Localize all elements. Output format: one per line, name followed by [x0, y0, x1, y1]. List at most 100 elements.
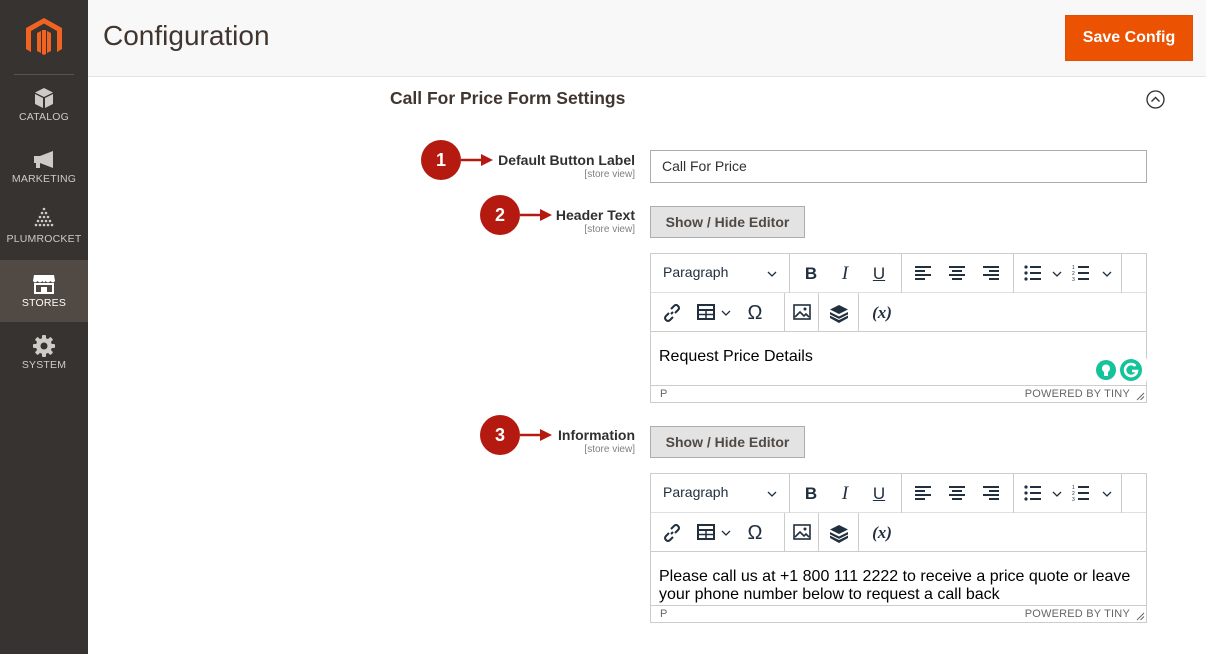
italic-icon[interactable]: I [832, 482, 858, 506]
insert-variable-icon[interactable]: (x) [867, 301, 897, 325]
gear-icon [33, 335, 55, 357]
element-path[interactable]: P [660, 608, 667, 620]
sidebar-divider [14, 74, 74, 75]
insert-variable-icon[interactable]: (x) [867, 521, 897, 545]
variable-group: (x) [859, 293, 903, 332]
magento-logo-icon[interactable] [26, 18, 62, 58]
store-icon [33, 275, 55, 294]
table-icon[interactable] [693, 521, 719, 545]
svg-text:3: 3 [1072, 497, 1075, 501]
editor-content[interactable]: Request Price Details [659, 348, 1137, 366]
default-button-label-input[interactable]: Call For Price [650, 150, 1147, 183]
bullet-list-icon[interactable] [1020, 262, 1046, 286]
format-select[interactable]: Paragraph [651, 254, 790, 293]
sidebar-item-label: MARKETING [11, 173, 77, 185]
editor-toolbar-row: Ω (x) [651, 513, 1146, 552]
special-character-icon[interactable]: Ω [742, 301, 768, 325]
align-right-icon[interactable] [978, 262, 1004, 286]
sidebar-item-label: SYSTEM [21, 359, 67, 371]
page-header: Configuration Save Config [88, 0, 1206, 77]
sidebar-item-marketing[interactable]: MARKETING [0, 142, 88, 204]
align-left-icon[interactable] [910, 482, 936, 506]
header-text-editor: Paragraph B I U 123 Ω (x) Request Price … [650, 253, 1147, 403]
sidebar-item-catalog[interactable]: CATALOG [0, 80, 88, 142]
chevron-down-icon [767, 491, 777, 497]
scope-label: [store view] [584, 169, 635, 180]
editor-content[interactable]: Please call us at +1 800 111 2222 to rec… [659, 568, 1137, 604]
editor-statusbar: P POWERED BY TINY [651, 605, 1146, 622]
italic-icon[interactable]: I [832, 262, 858, 286]
widget-group [819, 513, 859, 552]
lightbulb-icon[interactable] [1095, 359, 1117, 381]
section-title[interactable]: Call For Price Form Settings [390, 88, 625, 109]
powered-by-tiny[interactable]: POWERED BY TINY [1025, 388, 1130, 400]
sidebar-item-system[interactable]: SYSTEM [0, 328, 88, 390]
numbered-list-icon[interactable]: 123 [1068, 482, 1094, 506]
format-select-value: Paragraph [663, 484, 729, 500]
field-label-text: Information [558, 427, 635, 443]
link-icon[interactable] [659, 301, 685, 325]
underline-icon[interactable]: U [866, 482, 892, 506]
widget-icon[interactable] [826, 521, 852, 545]
special-character-icon[interactable]: Ω [742, 521, 768, 545]
editor-toolbar-row: Paragraph B I U 123 [651, 474, 1146, 513]
chevron-down-icon[interactable] [721, 528, 731, 538]
image-icon[interactable] [789, 301, 815, 325]
chevron-down-icon[interactable] [1102, 269, 1112, 279]
chevron-down-icon[interactable] [1102, 489, 1112, 499]
grammarly-icon[interactable] [1119, 358, 1143, 382]
admin-sidebar: CATALOG MARKETING PLUMROCKET STORES SYST… [0, 0, 88, 654]
information-editor: Paragraph B I U 123 Ω (x) Please call us… [650, 473, 1147, 623]
underline-icon[interactable]: U [866, 262, 892, 286]
align-center-icon[interactable] [944, 262, 970, 286]
sidebar-item-label: PLUMROCKET [6, 233, 82, 245]
resize-handle-icon[interactable] [1135, 611, 1145, 621]
editor-toolbar-row: Ω (x) [651, 293, 1146, 332]
image-group [785, 293, 819, 332]
element-path[interactable]: P [660, 388, 667, 400]
table-icon[interactable] [693, 301, 719, 325]
align-center-icon[interactable] [944, 482, 970, 506]
alignment-group [902, 254, 1014, 293]
insert-group: Ω [651, 513, 785, 552]
arrow-icon [520, 209, 552, 221]
resize-handle-icon[interactable] [1135, 391, 1145, 401]
image-icon[interactable] [789, 521, 815, 545]
catalog-icon [35, 88, 53, 108]
show-hide-editor-button[interactable]: Show / Hide Editor [650, 426, 805, 458]
bold-icon[interactable]: B [798, 482, 824, 506]
format-select[interactable]: Paragraph [651, 474, 790, 513]
editor-toolbar-row: Paragraph B I U 123 [651, 254, 1146, 293]
chevron-down-icon[interactable] [721, 308, 731, 318]
widget-group [819, 293, 859, 332]
chevron-down-icon [767, 271, 777, 277]
powered-by-tiny[interactable]: POWERED BY TINY [1025, 608, 1130, 620]
bullet-list-icon[interactable] [1020, 482, 1046, 506]
grammarly-widget[interactable] [1091, 355, 1147, 385]
show-hide-editor-button[interactable]: Show / Hide Editor [650, 206, 805, 238]
chevron-down-icon[interactable] [1052, 489, 1062, 499]
variable-group: (x) [859, 513, 903, 552]
plumrocket-icon [34, 207, 54, 227]
collapse-icon[interactable] [1146, 90, 1165, 109]
svg-text:3: 3 [1072, 277, 1075, 281]
sidebar-item-plumrocket[interactable]: PLUMROCKET [0, 202, 88, 264]
image-group [785, 513, 819, 552]
field-label-text: Header Text [555, 207, 635, 223]
link-icon[interactable] [659, 521, 685, 545]
widget-icon[interactable] [826, 301, 852, 325]
bold-icon[interactable]: B [798, 262, 824, 286]
save-config-button[interactable]: Save Config [1065, 15, 1193, 61]
megaphone-icon [34, 151, 53, 168]
list-group: 123 [1014, 254, 1122, 293]
sidebar-item-stores[interactable]: STORES [0, 260, 88, 322]
insert-group: Ω [651, 293, 785, 332]
format-select-value: Paragraph [663, 264, 729, 280]
callout-badge: 2 [480, 195, 520, 235]
numbered-list-icon[interactable]: 123 [1068, 262, 1094, 286]
field-label-text: Default Button Label [498, 152, 635, 168]
align-right-icon[interactable] [978, 482, 1004, 506]
chevron-down-icon[interactable] [1052, 269, 1062, 279]
align-left-icon[interactable] [910, 262, 936, 286]
callout-badge: 3 [480, 415, 520, 455]
